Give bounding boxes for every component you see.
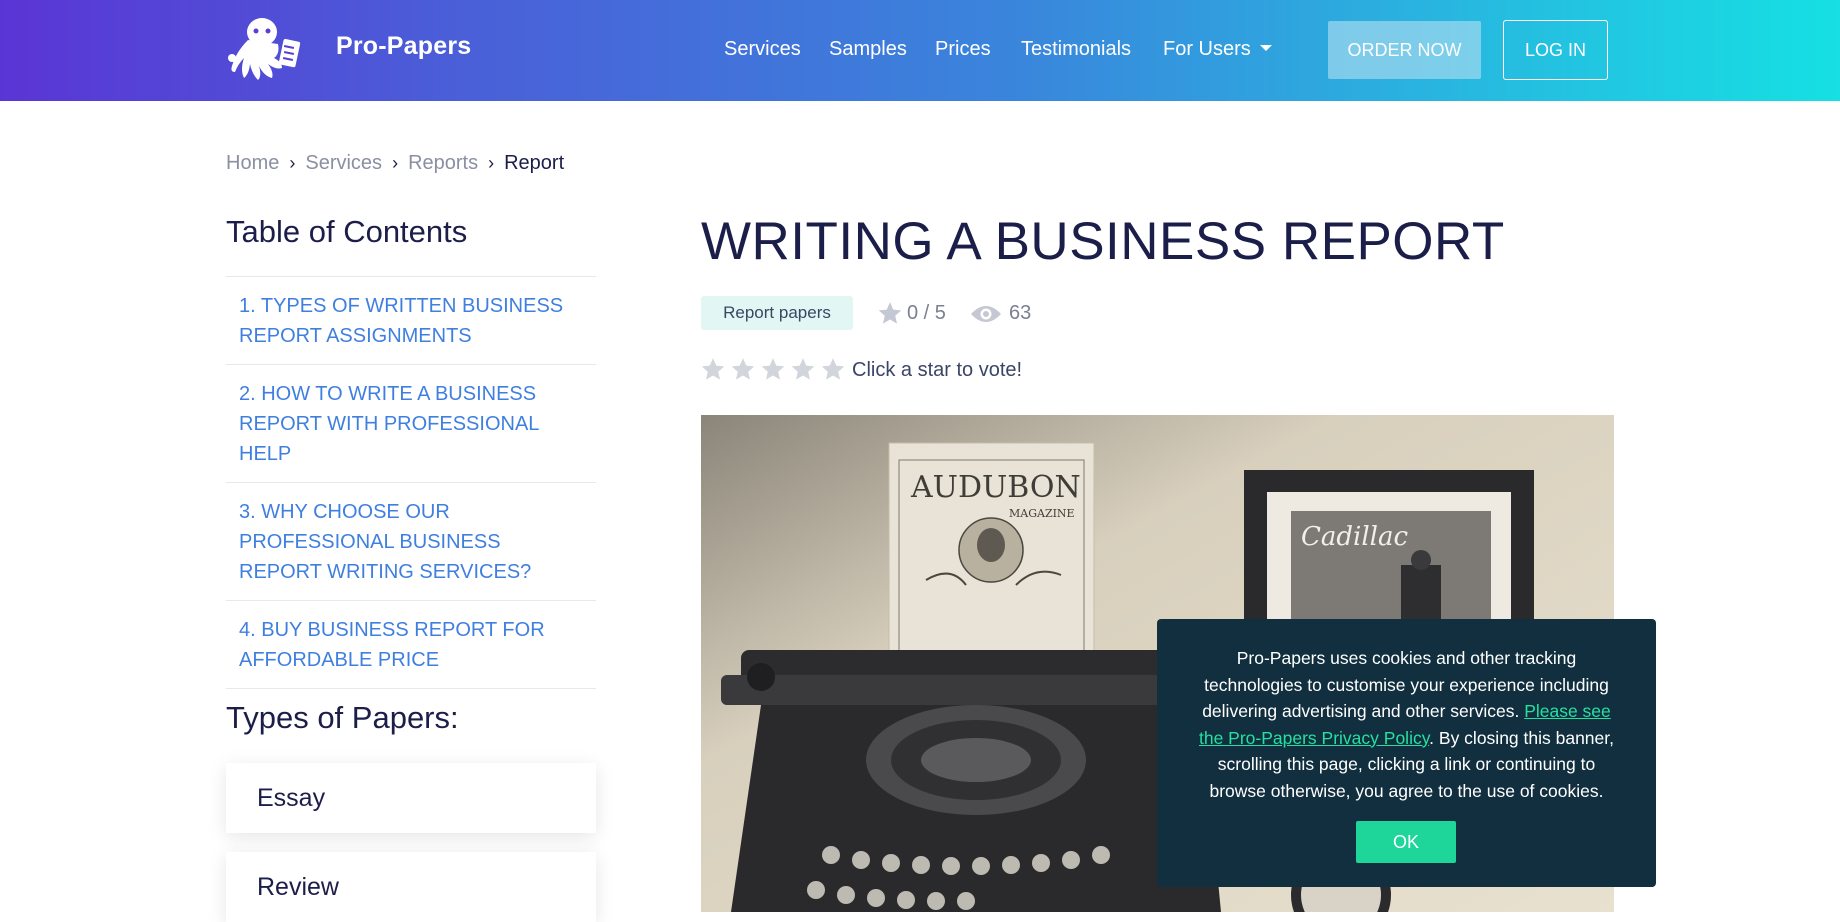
vote-star-3-icon[interactable] <box>760 356 786 387</box>
types-of-papers-heading: Types of Papers: <box>226 700 459 735</box>
toc-heading: Table of Contents <box>226 214 468 249</box>
cookie-banner: Pro-Papers uses cookies and other tracki… <box>1157 619 1656 887</box>
view-count: 63 <box>1009 302 1032 324</box>
eye-icon <box>971 306 1001 322</box>
frame-caption: Cadillac <box>1301 522 1408 552</box>
vote-prompt: Click a star to vote! <box>852 359 1023 381</box>
brand-name[interactable]: Pro-Papers <box>336 32 471 61</box>
breadcrumb-separator: › <box>392 153 399 173</box>
nav-services[interactable]: Services <box>724 38 801 61</box>
chevron-down-icon <box>1259 44 1272 51</box>
magazine-cover: AUDUBON MAGAZINE <box>888 442 1095 669</box>
cookie-ok-button[interactable]: OK <box>1356 821 1456 863</box>
rating-value: 0 / 5 <box>907 302 946 324</box>
paper-type-essay[interactable]: Essay <box>226 763 596 833</box>
star-icon <box>878 302 902 324</box>
vote-star-4-icon[interactable] <box>790 356 816 387</box>
breadcrumb: Home › Services › Reports › Report <box>226 152 564 175</box>
breadcrumb-current: Report <box>504 152 565 174</box>
nav-samples[interactable]: Samples <box>829 38 907 61</box>
vote-stars <box>700 356 846 387</box>
breadcrumb-reports[interactable]: Reports <box>408 152 478 174</box>
order-now-button[interactable]: ORDER NOW <box>1328 21 1481 79</box>
table-of-contents: 1. TYPES OF WRITTEN BUSINESS REPORT ASSI… <box>226 276 596 689</box>
toc-item-2[interactable]: 2. HOW TO WRITE A BUSINESS REPORT WITH P… <box>226 365 596 483</box>
vote-star-5-icon[interactable] <box>820 356 846 387</box>
site-header: Pro-Papers Services Samples Prices Testi… <box>0 0 1840 101</box>
magazine-title: AUDUBON <box>910 470 1081 505</box>
vote-star-1-icon[interactable] <box>700 356 726 387</box>
login-button[interactable]: LOG IN <box>1503 20 1608 80</box>
page-title: WRITING A BUSINESS REPORT <box>701 212 1505 271</box>
toc-item-1[interactable]: 1. TYPES OF WRITTEN BUSINESS REPORT ASSI… <box>226 277 596 365</box>
breadcrumb-separator: › <box>289 153 296 173</box>
breadcrumb-home[interactable]: Home <box>226 152 279 174</box>
category-tag[interactable]: Report papers <box>701 296 853 330</box>
octopus-logo-icon[interactable] <box>226 14 310 86</box>
nav-testimonials[interactable]: Testimonials <box>1021 38 1131 61</box>
breadcrumb-services[interactable]: Services <box>305 152 382 174</box>
vote-star-2-icon[interactable] <box>730 356 756 387</box>
breadcrumb-separator: › <box>488 153 495 173</box>
nav-prices[interactable]: Prices <box>935 38 991 61</box>
nav-for-users-label: For Users <box>1163 38 1251 60</box>
toc-item-4[interactable]: 4. BUY BUSINESS REPORT FOR AFFORDABLE PR… <box>226 601 596 689</box>
toc-item-3[interactable]: 3. WHY CHOOSE OUR PROFESSIONAL BUSINESS … <box>226 483 596 601</box>
magazine-subtitle: MAGAZINE <box>1009 507 1075 520</box>
nav-for-users[interactable]: For Users <box>1163 38 1272 61</box>
